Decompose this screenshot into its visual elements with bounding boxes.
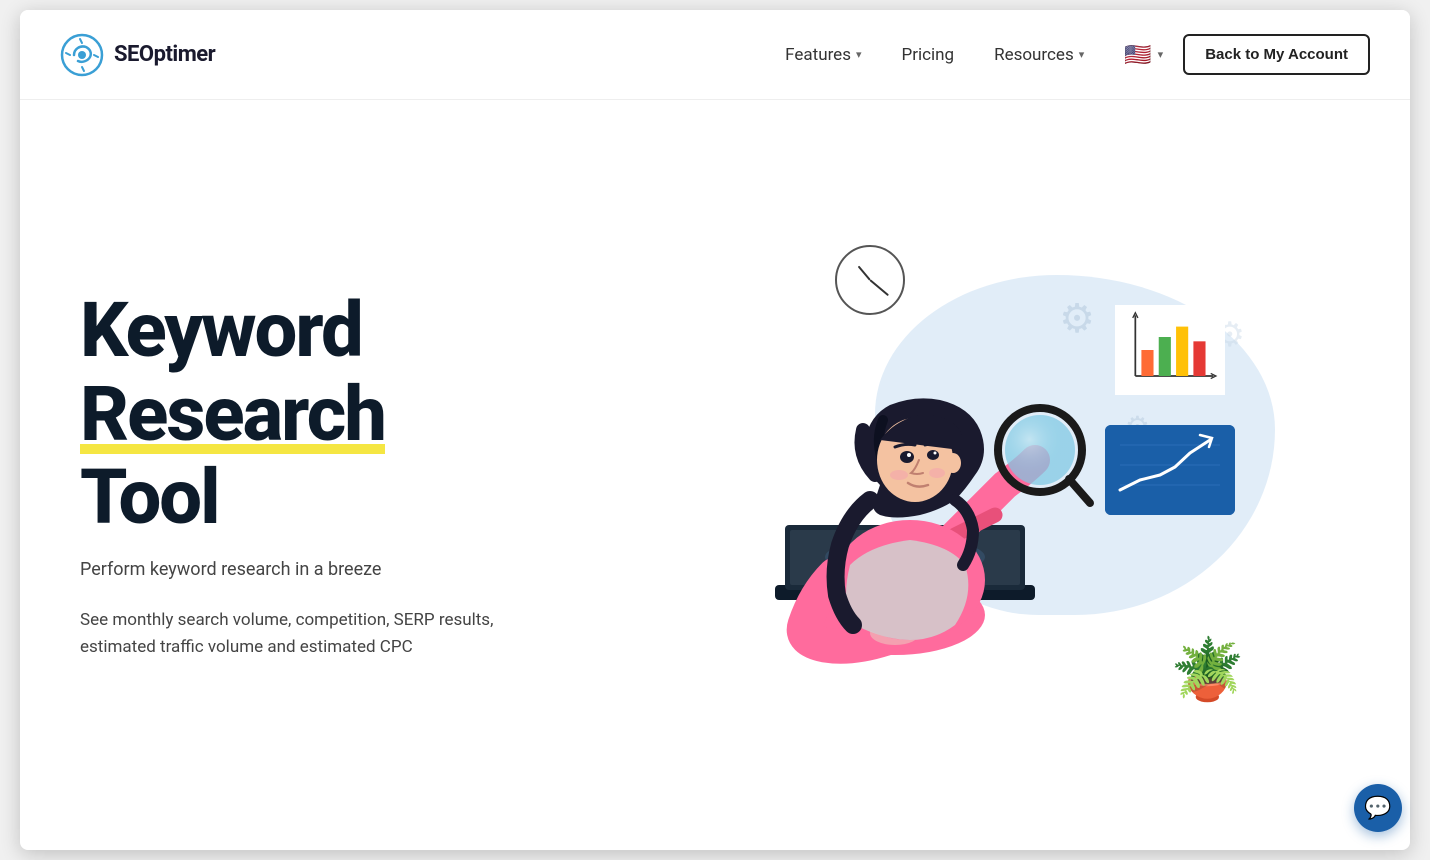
chat-bubble-button[interactable]: 💬 — [1354, 784, 1402, 832]
language-chevron-icon: ▾ — [1158, 48, 1164, 61]
brand-name: SEOptimer — [114, 42, 215, 67]
hero-title: Keyword Research Tool — [80, 289, 580, 540]
title-line2: Research — [80, 373, 385, 457]
language-selector[interactable]: 🇺🇸 ▾ — [1124, 42, 1163, 68]
navbar: SEOptimer Features ▾ Pricing Resources ▾… — [20, 10, 1410, 100]
hero-right: ⚙ ⚙ ⚙ — [580, 100, 1350, 850]
back-to-account-button[interactable]: Back to My Account — [1183, 34, 1370, 75]
nav-features[interactable]: Features ▾ — [785, 45, 861, 65]
bar-chart — [1115, 305, 1225, 395]
browser-frame: SEOptimer Features ▾ Pricing Resources ▾… — [20, 10, 1410, 850]
logo-icon — [60, 33, 104, 77]
resources-chevron-icon: ▾ — [1079, 48, 1085, 61]
clock-minute-hand — [869, 279, 889, 296]
nav-pricing[interactable]: Pricing — [902, 45, 955, 65]
trend-card — [1105, 425, 1235, 515]
illustration-container: ⚙ ⚙ ⚙ — [675, 215, 1255, 735]
us-flag-icon: 🇺🇸 — [1124, 42, 1151, 68]
hero-description: See monthly search volume, competition, … — [80, 607, 500, 661]
title-line3: Tool — [80, 452, 219, 542]
person-illustration — [695, 285, 1115, 705]
title-line1: Keyword — [80, 285, 362, 375]
hero-section: Keyword Research Tool Perform keyword re… — [20, 100, 1410, 850]
nav-right: 🇺🇸 ▾ Back to My Account — [1124, 34, 1370, 75]
clock-hour-hand — [858, 266, 871, 281]
logo-area[interactable]: SEOptimer — [60, 33, 215, 77]
plant-icon: 🪴 — [1170, 634, 1245, 705]
clock-icon — [835, 245, 905, 315]
chat-icon: 💬 — [1364, 796, 1391, 821]
nav-resources[interactable]: Resources ▾ — [994, 45, 1084, 65]
nav-links: Features ▾ Pricing Resources ▾ — [785, 45, 1084, 65]
hero-left: Keyword Research Tool Perform keyword re… — [80, 289, 580, 661]
hero-subtitle: Perform keyword research in a breeze — [80, 556, 580, 583]
features-chevron-icon: ▾ — [856, 48, 862, 61]
